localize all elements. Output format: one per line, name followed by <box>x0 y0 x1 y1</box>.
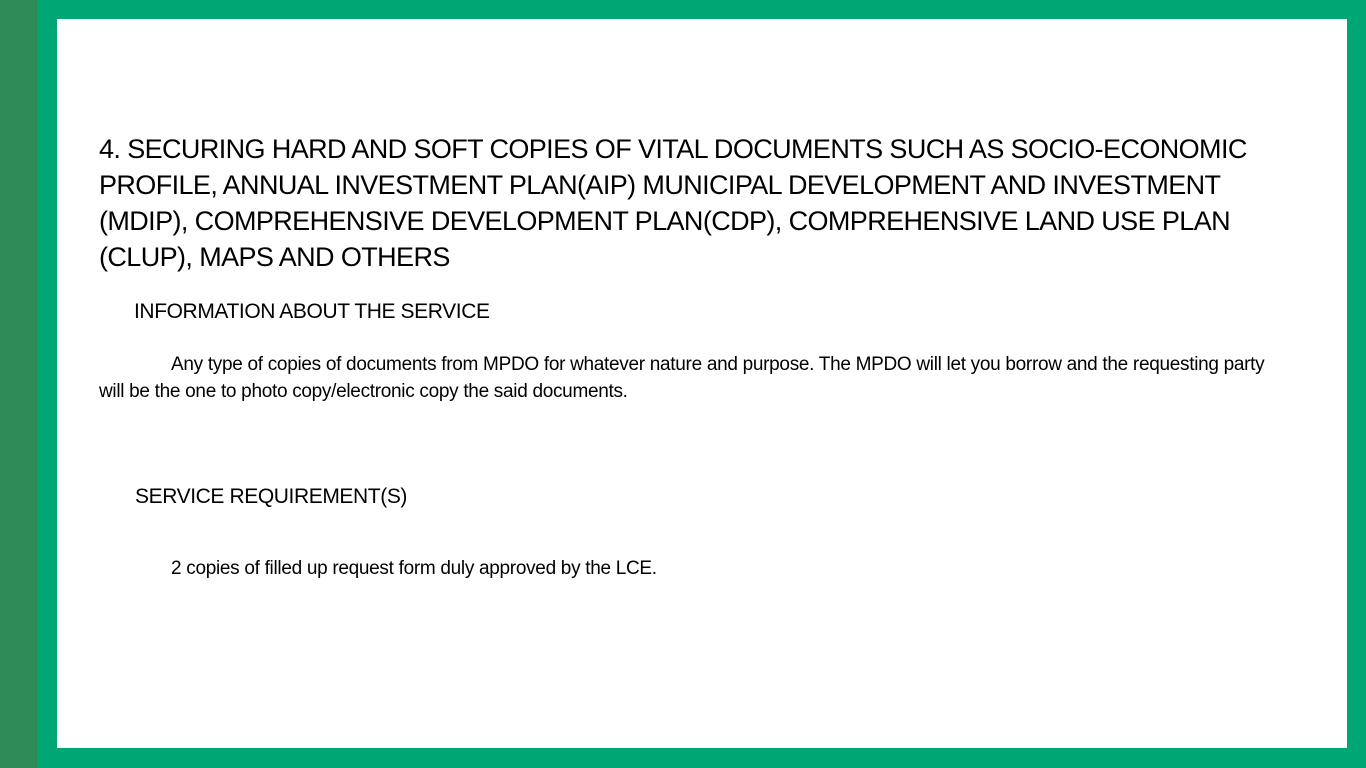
info-paragraph: Any type of copies of documents from MPD… <box>99 354 1265 402</box>
requirements-heading: SERVICE REQUIREMENT(S) <box>135 485 408 508</box>
side-stripe <box>0 0 37 768</box>
document-title: 4. SECURING HARD AND SOFT COPIES OF VITA… <box>99 134 1247 272</box>
requirements-paragraph: 2 copies of filled up request form duly … <box>171 558 657 579</box>
info-heading: INFORMATION ABOUT THE SERVICE <box>134 300 490 323</box>
slide-page: 4. SECURING HARD AND SOFT COPIES OF VITA… <box>57 19 1347 748</box>
